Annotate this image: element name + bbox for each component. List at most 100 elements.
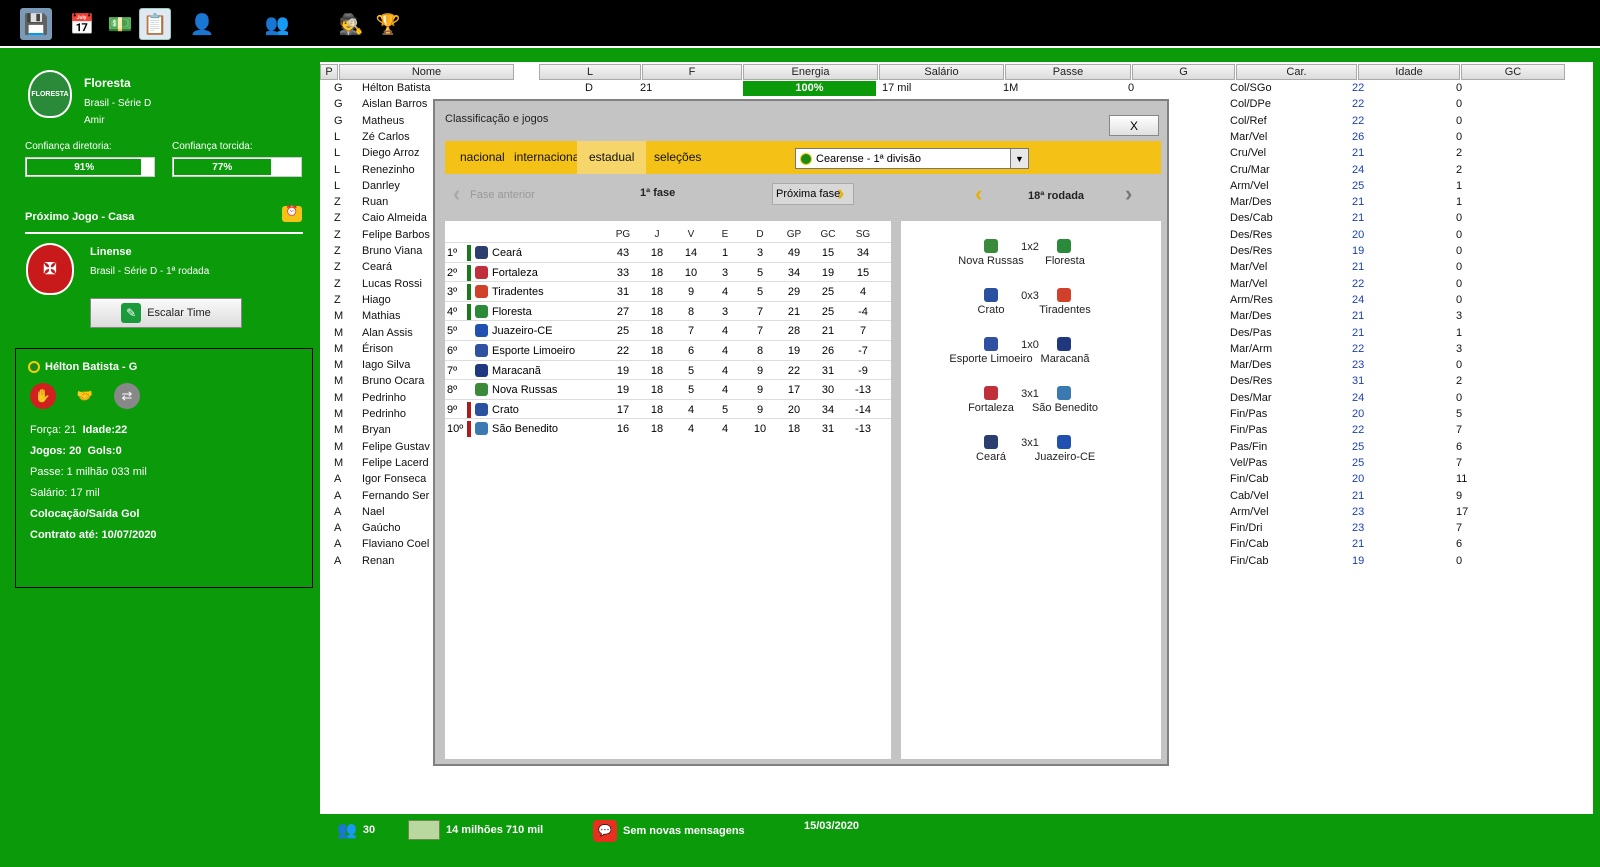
player-name-cell: Felipe Barbos	[362, 228, 430, 241]
energy-bar: 100%	[743, 81, 876, 96]
column-header[interactable]: Salário	[879, 64, 1004, 80]
standings-e: 4	[721, 325, 729, 338]
standings-sg: -14	[855, 403, 871, 416]
qualification-marker	[467, 401, 471, 418]
close-button[interactable]: X	[1109, 115, 1159, 136]
staff-icon[interactable]: 👥	[261, 8, 293, 40]
away-crest-icon	[1057, 288, 1071, 302]
standings-row[interactable]: 9º Crato 17 18 4 5 9 20 34 -14	[445, 398, 891, 419]
money-icon[interactable]: 💵	[104, 8, 136, 40]
standings-sg: 34	[856, 247, 870, 259]
column-header[interactable]: Car.	[1236, 64, 1357, 80]
standings-team: Floresta	[492, 305, 532, 318]
opponent-name: Linense	[90, 246, 132, 258]
standings-position: 9º	[447, 403, 458, 416]
standings-e: 5	[721, 403, 729, 416]
player-position-cell: G	[334, 114, 343, 127]
player-age-cell: 21	[1352, 147, 1365, 160]
column-header[interactable]: G	[1132, 64, 1235, 80]
standings-row[interactable]: 4º Floresta 27 18 8 3 7 21 25 -4	[445, 300, 891, 321]
player-goals-cell: 7	[1456, 424, 1463, 437]
column-header[interactable]: Idade	[1358, 64, 1460, 80]
player-name-cell: Érison	[362, 342, 394, 355]
standings-team: Maracanã	[492, 364, 541, 377]
tab-estadual[interactable]: estadual	[577, 141, 647, 174]
player-name-cell: Igor Fonseca	[362, 473, 427, 486]
prev-phase-button[interactable]: Fase anterior	[470, 189, 535, 201]
player-name-cell: Ceará	[362, 261, 392, 274]
player-age-cell: 21	[1352, 261, 1365, 274]
standings-gc: 15	[821, 247, 835, 259]
calendar-icon[interactable]: 📅	[66, 8, 98, 40]
standings-gp: 28	[787, 325, 801, 338]
away-crest-icon	[1057, 386, 1071, 400]
qualification-marker	[467, 264, 471, 281]
messages[interactable]: 💬 Sem novas mensagens	[593, 820, 745, 842]
competition-select[interactable]: Cearense - 1ª divisão ▼	[795, 148, 1029, 169]
prev-round-icon[interactable]: ‹	[975, 181, 982, 207]
column-header[interactable]: Energia	[743, 64, 878, 80]
tab-selecoes[interactable]: seleções	[642, 141, 713, 174]
standings-e: 4	[721, 286, 729, 299]
player-position-cell: M	[334, 456, 344, 469]
next-round-icon[interactable]: ›	[1125, 181, 1132, 207]
player-position-cell: M	[334, 440, 344, 453]
club-panel: FLORESTA Floresta Brasil - Série D Amir …	[0, 48, 320, 867]
away-team: Tiradentes	[1039, 304, 1091, 316]
player-age-cell: 31	[1352, 375, 1365, 388]
standings-row[interactable]: 8º Nova Russas 19 18 5 4 9 17 30 -13	[445, 379, 891, 399]
balance-value: 14 milhões 710 mil	[446, 824, 544, 836]
trade-icon[interactable]: ⇄	[114, 383, 140, 409]
player-traits-cell: Des/Mar	[1230, 391, 1272, 404]
standings-row[interactable]: 10º São Benedito 16 18 4 4 10 18 31 -13	[445, 418, 891, 438]
prev-phase-icon[interactable]: ‹	[453, 181, 460, 207]
player-games: Jogos: 20 Gols:0	[30, 445, 122, 457]
away-crest-icon	[1057, 435, 1071, 449]
column-header[interactable]: P	[320, 64, 338, 80]
player-name-cell: Renan	[362, 554, 395, 567]
column-header[interactable]: L	[539, 64, 641, 80]
column-header[interactable]: Nome	[339, 64, 514, 80]
chevron-down-icon[interactable]: ▼	[1010, 149, 1028, 168]
stadium-icon[interactable]: 🏟	[222, 8, 254, 40]
standings-row[interactable]: 2º Fortaleza 33 18 10 3 5 34 19 15	[445, 261, 891, 282]
player-contract: Contrato até: 10/07/2020	[30, 529, 157, 541]
standings-sg: -9	[858, 364, 868, 377]
team-crest-icon	[475, 324, 488, 338]
match-score: 1x2	[1021, 241, 1039, 253]
brazil-flag-icon	[28, 361, 40, 373]
next-phase-button[interactable]: Próxima fase ›	[772, 180, 854, 205]
standings-position: 5º	[447, 325, 458, 338]
standings-row[interactable]: 7º Maracanã 19 18 5 4 9 22 31 -9	[445, 359, 891, 380]
clock-icon[interactable]: ⏰	[282, 206, 302, 222]
manager-icon[interactable]: 👤	[186, 8, 218, 40]
standings-row[interactable]: 1º Ceará 43 18 14 1 3 49 15 34	[445, 242, 891, 262]
standings-position: 4º	[447, 305, 458, 318]
standings-row[interactable]: 6º Esporte Limoeiro 22 18 6 4 8 19 26 -7	[445, 340, 891, 360]
player-name: Hélton Batista - G	[45, 361, 138, 373]
table-row[interactable]: G Hélton Batista Col/SGo 22 0 D 21 100% 17 mil 1M…	[320, 81, 1593, 98]
scout-icon[interactable]: 🕵	[335, 8, 367, 40]
squad-count-value: 30	[362, 824, 376, 836]
match-score: 1x0	[1021, 339, 1039, 351]
column-header[interactable]: Passe	[1005, 64, 1131, 80]
transfer-icon[interactable]: ✉	[298, 8, 330, 40]
player-age-cell: 21	[1352, 310, 1365, 323]
column-header[interactable]: F	[642, 64, 742, 80]
standings-row[interactable]: 3º Tiradentes 31 18 9 4 5 29 25 4	[445, 281, 891, 301]
player-position-cell: A	[334, 554, 342, 567]
player-goals-cell: 7	[1456, 456, 1463, 469]
player-info-box: Hélton Batista - G ✋ 🤝 ⇄ Força: 21 Idade…	[15, 348, 313, 588]
standings-header: SG	[855, 229, 871, 240]
player-goals-cell: 2	[1456, 375, 1463, 388]
home-crest-icon	[984, 435, 998, 449]
awards-icon[interactable]: 🏆	[372, 8, 404, 40]
escalar-time-button[interactable]: ✎ Escalar Time	[90, 298, 242, 328]
standings-row[interactable]: 5º Juazeiro-CE 25 18 7 4 7 28 21 7	[445, 320, 891, 340]
player-traits-cell: Fin/Cab	[1230, 554, 1269, 567]
hand-icon[interactable]: ✋	[30, 383, 56, 409]
column-header[interactable]: GC	[1461, 64, 1565, 80]
document-icon[interactable]: 📋	[139, 8, 171, 40]
handshake-icon[interactable]: 🤝	[72, 383, 98, 409]
save-icon[interactable]: 💾	[20, 8, 52, 40]
